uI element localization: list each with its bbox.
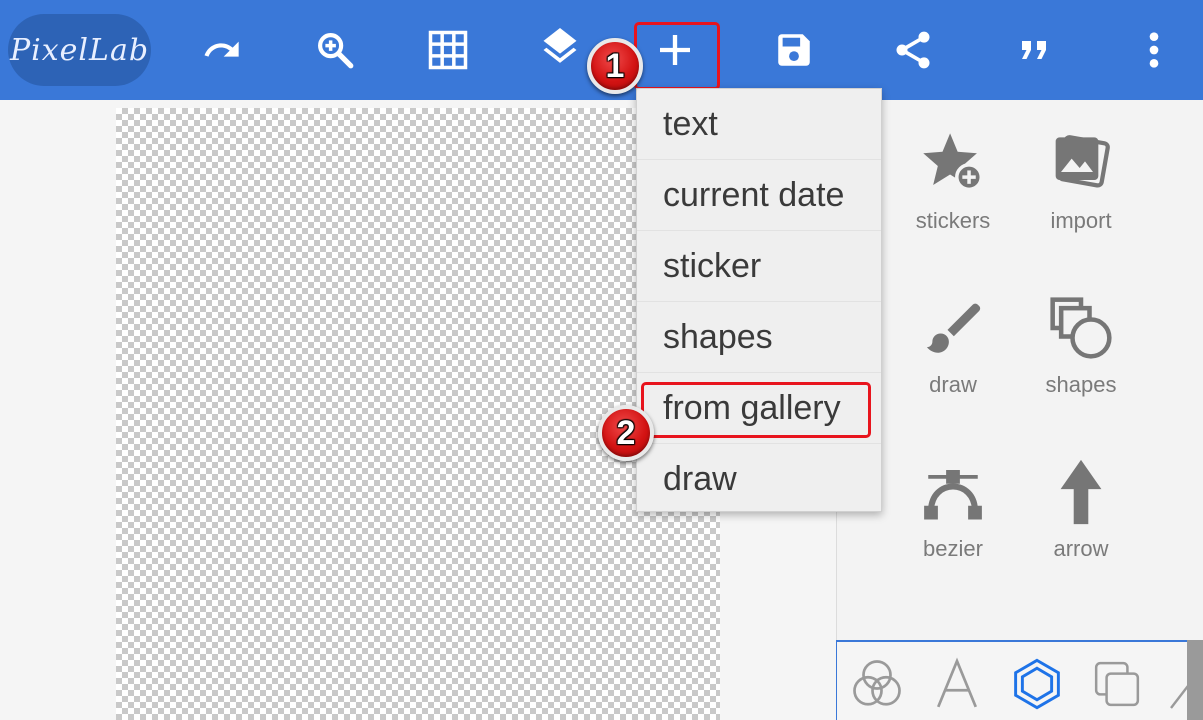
tab-blend[interactable] [849, 656, 905, 712]
tool-bezier[interactable]: bezier [889, 452, 1017, 562]
quote-icon [1022, 41, 1046, 59]
bottom-tab-bar [836, 640, 1203, 720]
undo-icon [204, 41, 239, 57]
image-import-icon [1055, 135, 1110, 188]
menu-item-current-date[interactable]: current date [637, 160, 881, 231]
side-panel: stickers import draw shapes bezier arrow [836, 100, 1203, 640]
menu-item-sticker[interactable]: sticker [637, 231, 881, 302]
star-add-icon [923, 133, 984, 192]
tool-label: shapes [1045, 372, 1117, 397]
letter-a-icon [936, 657, 978, 708]
tool-label: import [1050, 208, 1112, 233]
panel-scroll-edge[interactable] [1187, 640, 1203, 720]
more-options-button[interactable] [1124, 20, 1184, 80]
menu-item-shapes[interactable]: shapes [637, 302, 881, 373]
app-logo: PixelLab [8, 14, 151, 86]
add-dropdown-menu: text current date sticker shapes from ga… [636, 88, 882, 512]
save-button[interactable] [764, 20, 824, 80]
tool-stickers[interactable]: stickers [889, 124, 1017, 234]
shapes-icon [1050, 297, 1112, 359]
bezier-icon [924, 470, 982, 520]
tool-label: arrow [1053, 536, 1109, 561]
layers-icon [543, 28, 577, 63]
menu-item-draw[interactable]: draw [637, 444, 881, 515]
hexagon-icon [1014, 658, 1060, 710]
menu-item-text[interactable]: text [637, 89, 881, 160]
save-icon [778, 34, 810, 66]
tool-shapes[interactable]: shapes [1017, 288, 1145, 398]
tool-arrow[interactable]: arrow [1017, 452, 1145, 562]
blend-circles-icon [853, 660, 901, 706]
undo-button[interactable] [192, 20, 252, 80]
share-button[interactable] [883, 20, 943, 80]
arrow-up-icon [1060, 459, 1102, 525]
layers-button[interactable] [530, 20, 590, 80]
zoom-in-icon [318, 33, 354, 69]
tool-label: draw [929, 372, 977, 397]
step-2-badge: 2 [598, 405, 654, 461]
tool-label: stickers [915, 208, 991, 233]
tab-text[interactable] [929, 656, 985, 712]
tool-draw[interactable]: draw [889, 288, 1017, 398]
grid-button[interactable] [418, 20, 478, 80]
more-vert-icon [1149, 32, 1159, 68]
grid-icon [428, 30, 468, 70]
step-1-badge: 1 [587, 38, 643, 94]
tool-import[interactable]: import [1017, 124, 1145, 234]
tool-label: bezier [923, 536, 983, 561]
highlight-add-button [634, 22, 720, 90]
copy-squares-icon [1094, 661, 1140, 707]
tab-layer[interactable] [1089, 656, 1145, 712]
zoom-button[interactable] [305, 20, 365, 80]
brush-icon [926, 303, 981, 353]
tab-shape[interactable] [1009, 656, 1065, 712]
quote-button[interactable] [1004, 20, 1064, 80]
share-icon [896, 31, 930, 69]
highlight-from-gallery [641, 382, 871, 438]
